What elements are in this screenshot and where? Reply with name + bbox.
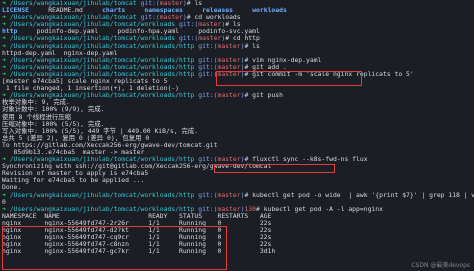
terminal-line: Waiting for e74cba5 to be applied ... [2,177,474,184]
pods-table-cell: 1/1 [148,247,179,256]
terminal-line: ➜ /Users/wangkaixuan/jihulab/tomcat/work… [2,190,474,199]
command-text[interactable]: ls [252,42,260,50]
prompt-sep: # [244,91,253,100]
prompt-branch: master [217,190,241,199]
command-text[interactable]: kubectl get pod -o wide | awk '{print $7… [252,191,474,199]
prompt-git-label: git:( [198,69,218,78]
prompt-git-label: git:( [198,190,218,199]
terminal-window[interactable]: ➜ /Users/wangkaixuan/jihulab/tomcat git:… [0,0,474,271]
command-text[interactable]: git push [252,91,283,99]
terminal-line: ➜ /Users/wangkaixuan/jihulab/tomcat/work… [2,92,474,99]
prompt-git-label: git:( [198,91,218,100]
pods-table-cell: 3d1h [259,247,280,256]
prompt-branch: master [217,91,241,100]
command-text[interactable]: git commit -m 'scale nginx replicats to … [252,70,414,78]
pods-table-row: nginx nginx-55649fd747-gc7kr 1/1 Running… [2,248,474,255]
prompt-sep: # [244,69,253,78]
prompt-sep: # [244,41,253,50]
terminal-line: 对象计数中: 100% (9/9), 完成. [2,106,474,113]
prompt-git-label: git:( [198,41,218,50]
pods-table-cell: Running [179,247,218,256]
pods-table-cell: 0 [217,247,260,256]
output-text: Waiting for e74cba5 to be applied ... [2,176,145,185]
prompt-branch: master [217,69,241,78]
command-text[interactable]: kubectl get pod -A -l app=nginx [264,205,383,213]
pods-table-cell: nginx [2,247,45,256]
prompt-branch: master [217,41,241,50]
watermark: CSDN @最美devops [411,262,470,269]
pods-table-cell: nginx-55649fd747-gc7kr [44,247,149,256]
prompt-cwd: /Users/wangkaixuan/jihulab/tomcat/worklo… [9,190,199,199]
prompt-sep: # [244,190,253,199]
dir-entry: workloads [252,6,287,15]
